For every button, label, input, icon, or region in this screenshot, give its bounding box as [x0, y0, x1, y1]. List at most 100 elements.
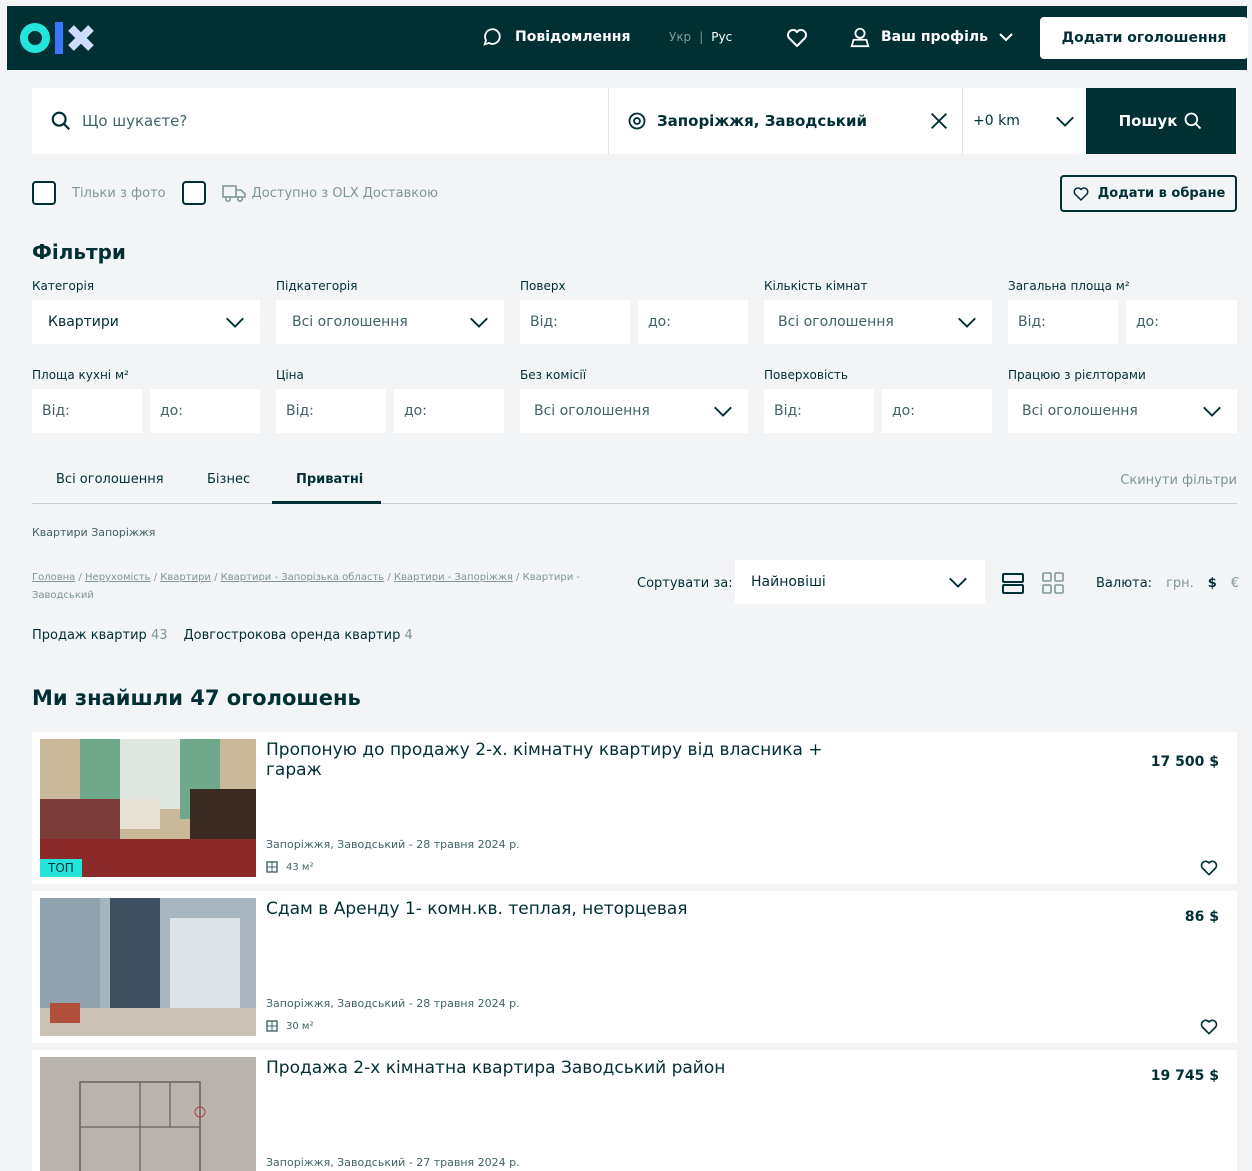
listing-photo[interactable] [40, 898, 256, 1036]
listing-card[interactable]: Сдам в Аренду 1- комн.кв. теплая, неторц… [32, 891, 1237, 1043]
chat-icon [483, 28, 501, 46]
no-commission-select[interactable]: Всі оголошення [520, 389, 748, 433]
rooms-select[interactable]: Всі оголошення [764, 300, 992, 344]
no-commission-value: Всі оголошення [534, 403, 650, 419]
breadcrumb-realty[interactable]: Нерухомість [85, 572, 151, 583]
search-button[interactable]: Пошук [1086, 88, 1236, 154]
room-photo [40, 898, 256, 1036]
radius-value: +0 km [973, 113, 1020, 129]
kitchen-area-label: Площа кухні м² [32, 368, 129, 382]
list-view-icon[interactable] [1002, 572, 1024, 594]
top-header: Повідомлення Укр | Рус Ваш профіль Додат… [7, 6, 1248, 70]
language-switcher: Укр | Рус [669, 30, 732, 44]
truck-icon [221, 185, 246, 203]
listing-title[interactable]: Пропоную до продажу 2-х. кімнатну кварти… [266, 740, 856, 780]
tab-private[interactable]: Приватні [296, 472, 363, 487]
category-label: Категорія [32, 279, 95, 293]
chevron-down-icon [714, 406, 732, 417]
search-button-label: Пошук [1118, 112, 1178, 130]
listing-title[interactable]: Продажа 2-х кімнатна квартира Заводський… [266, 1058, 856, 1078]
search-bar: Що шукаєте? Запоріжжя, Заводський +0 km … [32, 88, 1237, 154]
listing-photo[interactable] [40, 1057, 256, 1171]
messages-label: Повідомлення [515, 29, 631, 45]
grid-view-icon[interactable] [1042, 572, 1064, 594]
listing-card[interactable]: ТОП Пропоную до продажу 2-х. кімнатну кв… [32, 732, 1237, 884]
sort-select[interactable]: Найновіші [735, 560, 985, 604]
subcat-sale[interactable]: Продаж квартир 43 [32, 628, 167, 643]
kitchen-area-from-input[interactable]: Від: [32, 389, 142, 433]
listing-price: 19 745 $ [1150, 1068, 1219, 1084]
messages-link[interactable]: Повідомлення [481, 26, 630, 48]
floor-to-input[interactable]: до: [638, 300, 748, 344]
photo-only-checkbox[interactable] [32, 181, 56, 205]
subcategory-links: Продаж квартир 43 Довгострокова оренда к… [32, 628, 413, 643]
floor-from-input[interactable]: Від: [520, 300, 630, 344]
lang-ru[interactable]: Рус [711, 30, 732, 44]
location-input[interactable]: Запоріжжя, Заводський [608, 88, 962, 154]
price-from-input[interactable]: Від: [276, 389, 386, 433]
floorplan-photo [40, 1057, 256, 1171]
price-to-input[interactable]: до: [394, 389, 504, 433]
add-listing-button[interactable]: Додати оголошення [1040, 17, 1248, 59]
room-photo [40, 739, 256, 877]
lang-divider: | [699, 30, 704, 44]
heart-icon[interactable] [785, 26, 809, 50]
listing-meta: Запоріжжя, Заводський - 27 травня 2024 р… [266, 1156, 520, 1169]
sort-label: Сортувати за: [637, 576, 733, 591]
listing-meta: Запоріжжя, Заводський - 28 травня 2024 р… [266, 997, 520, 1010]
breadcrumb-apartments[interactable]: Квартири [160, 572, 211, 583]
breadcrumb-city[interactable]: Квартири - Запоріжжя [394, 572, 513, 583]
reset-filters-link[interactable]: Скинути фільтри [1120, 473, 1237, 488]
subcategory-value: Всі оголошення [292, 314, 408, 330]
subcategory-select[interactable]: Всі оголошення [276, 300, 504, 344]
heart-icon [1073, 186, 1089, 201]
lang-uk[interactable]: Укр [669, 30, 691, 44]
listing-photo[interactable]: ТОП [40, 739, 256, 877]
subcat-rent[interactable]: Довгострокова оренда квартир 4 [183, 628, 412, 643]
kitchen-area-to-input[interactable]: до: [150, 389, 260, 433]
top-badge: ТОП [40, 859, 82, 877]
total-area-label: Загальна площа м² [1008, 279, 1130, 293]
currency-eur[interactable]: € [1231, 576, 1239, 591]
total-area-to-input[interactable]: до: [1126, 300, 1237, 344]
subcat-rent-label: Довгострокова оренда квартир [183, 628, 401, 643]
heart-icon[interactable] [1199, 1017, 1219, 1037]
profile-menu[interactable]: Ваш профіль [849, 26, 1014, 48]
listing-price: 17 500 $ [1150, 754, 1219, 770]
delivery-checkbox[interactable] [181, 181, 206, 205]
tab-business[interactable]: Бізнес [207, 472, 250, 487]
breadcrumb: Головна / Нерухомість / Квартири / Кварт… [32, 572, 581, 601]
search-input[interactable]: Що шукаєте? [32, 88, 608, 154]
listing-price: 86 $ [1184, 909, 1219, 925]
chevron-down-icon [470, 317, 488, 328]
price-label: Ціна [276, 368, 304, 382]
floors-from-input[interactable]: Від: [764, 389, 874, 433]
add-to-favorites-button[interactable]: Додати в обране [1060, 175, 1237, 212]
heart-icon[interactable] [1199, 858, 1219, 878]
floors-to-input[interactable]: до: [882, 389, 992, 433]
tab-all[interactable]: Всі оголошення [56, 472, 164, 487]
rooms-value: Всі оголошення [778, 314, 894, 330]
subcat-rent-count: 4 [404, 628, 413, 643]
breadcrumb-region[interactable]: Квартири - Запорізька область [221, 572, 385, 583]
subcategory-label: Підкатегорія [276, 279, 358, 293]
olx-logo[interactable] [17, 18, 101, 58]
listing-area: 43 м² [266, 861, 313, 873]
subcat-sale-count: 43 [150, 628, 168, 643]
floors-label: Поверховість [764, 368, 848, 382]
listing-title[interactable]: Сдам в Аренду 1- комн.кв. теплая, неторц… [266, 899, 856, 919]
photo-only-label: Тільки з фото [72, 185, 166, 201]
search-icon [1184, 112, 1202, 130]
search-placeholder: Що шукаєте? [82, 112, 188, 130]
chevron-down-icon [958, 317, 976, 328]
close-icon[interactable] [928, 110, 950, 132]
realtors-select[interactable]: Всі оголошення [1008, 389, 1237, 433]
radius-select[interactable]: +0 km [962, 88, 1086, 154]
currency-uah[interactable]: грн. [1166, 576, 1194, 591]
total-area-from-input[interactable]: Від: [1008, 300, 1118, 344]
currency-usd[interactable]: $ [1208, 576, 1217, 591]
listing-card[interactable]: Продажа 2-х кімнатна квартира Заводський… [32, 1050, 1237, 1171]
breadcrumb-home[interactable]: Головна [32, 572, 75, 583]
category-select[interactable]: Квартири [32, 300, 260, 344]
location-pin-icon [628, 112, 646, 130]
